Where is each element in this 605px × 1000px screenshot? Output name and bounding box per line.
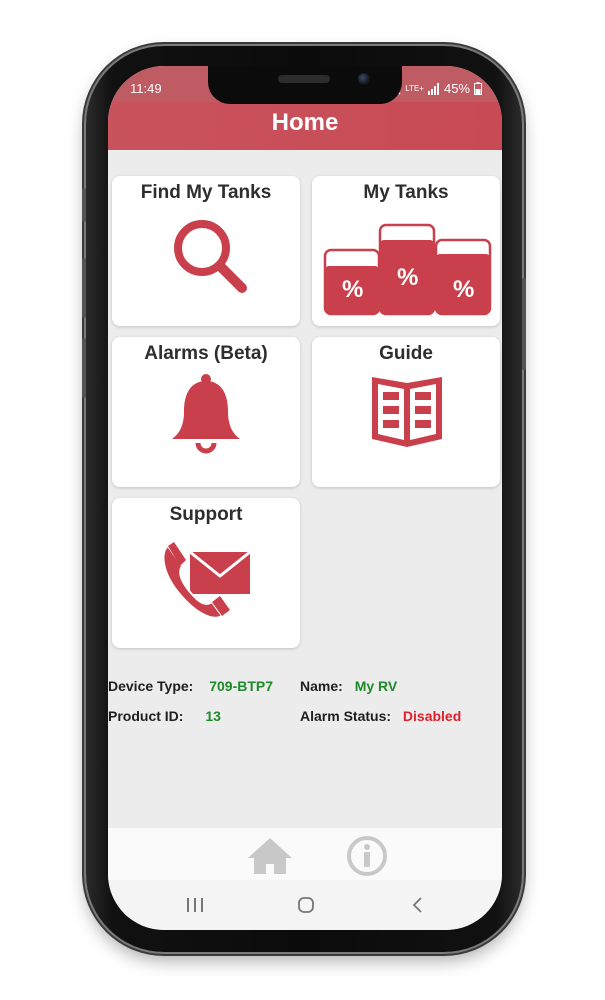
- recents-icon[interactable]: [186, 897, 204, 913]
- product-id-value: 13: [205, 708, 221, 724]
- info-icon[interactable]: [346, 835, 388, 877]
- tile-label: Find My Tanks: [140, 182, 272, 203]
- device-type-label: Device Type:: [108, 678, 194, 694]
- alarm-status-label: Alarm Status:: [300, 708, 392, 724]
- alarm-status-row: Alarm Status: Disabled: [300, 708, 461, 724]
- home-circle-icon[interactable]: [297, 896, 315, 914]
- system-nav-bar: [108, 880, 502, 930]
- bell-icon: [172, 374, 240, 454]
- status-time: 11:49: [130, 81, 162, 96]
- phone-screen: 11:49 LTE+ 45% Home Find My Tanks My Tan…: [108, 66, 502, 930]
- app-bar: Home: [108, 102, 502, 150]
- page-title: Home: [271, 109, 339, 136]
- tile-support[interactable]: Support: [112, 498, 300, 648]
- name-value: My RV: [354, 678, 398, 694]
- home-icon[interactable]: [246, 836, 294, 876]
- tank-percent-label: %: [342, 276, 364, 303]
- device-type-value: 709-BTP7: [209, 678, 274, 694]
- camera-notch: [208, 66, 402, 104]
- side-button-left-2: [82, 258, 86, 318]
- side-button-right: [522, 278, 526, 370]
- phone-mail-icon: [162, 542, 251, 619]
- tile-label: Guide: [379, 343, 433, 364]
- search-icon: [174, 220, 247, 293]
- tile-my-tanks[interactable]: My Tanks % % %: [312, 176, 500, 326]
- product-id-label: Product ID:: [108, 708, 184, 724]
- side-button-left-3: [82, 338, 86, 398]
- name-row: Name: My RV: [300, 678, 397, 694]
- device-type-row: Device Type: 709-BTP7: [108, 678, 273, 694]
- earpiece: [278, 75, 330, 83]
- tank-percent-label: %: [397, 264, 419, 291]
- tile-alarms[interactable]: Alarms (Beta): [112, 337, 300, 487]
- side-button-left-1: [82, 188, 86, 222]
- tile-label: My Tanks: [363, 182, 449, 203]
- back-icon[interactable]: [410, 896, 424, 914]
- tank-percent-label: %: [453, 276, 475, 303]
- book-icon: [372, 377, 442, 447]
- signal-icon: [427, 82, 439, 95]
- tile-find-my-tanks[interactable]: Find My Tanks: [112, 176, 300, 326]
- product-id-row: Product ID: 13: [108, 708, 221, 724]
- alarm-status-value: Disabled: [402, 708, 462, 724]
- tile-label: Support: [169, 504, 243, 525]
- tile-guide[interactable]: Guide: [312, 337, 500, 487]
- bottom-nav: [108, 828, 502, 880]
- front-camera: [358, 73, 370, 85]
- status-icons: LTE+ 45%: [389, 81, 482, 96]
- battery-percent: 45%: [443, 81, 470, 96]
- battery-icon: [474, 82, 482, 95]
- network-type: LTE+: [405, 83, 424, 93]
- tile-label: Alarms (Beta): [144, 343, 268, 364]
- name-label: Name:: [300, 678, 343, 694]
